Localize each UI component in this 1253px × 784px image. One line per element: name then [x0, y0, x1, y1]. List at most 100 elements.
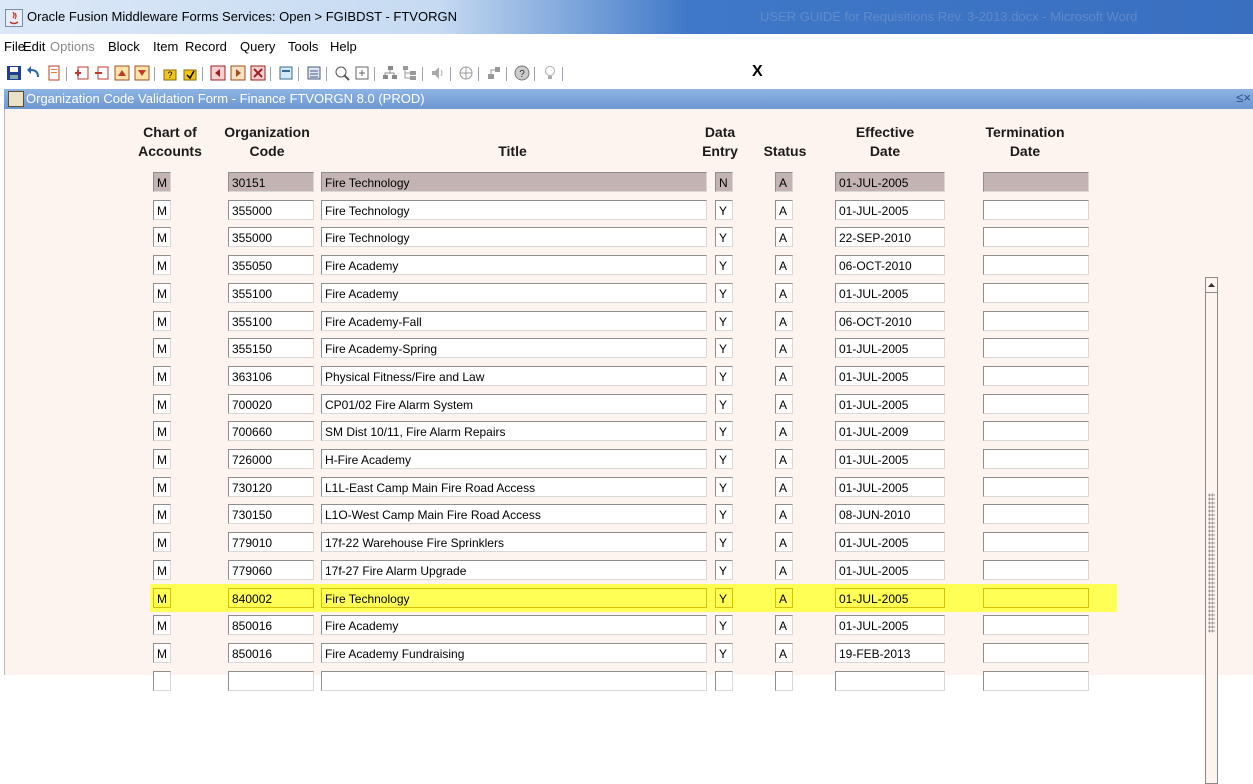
scroll-thumb[interactable] — [1208, 493, 1215, 633]
chart-of-accounts-field[interactable]: M — [153, 283, 171, 303]
scroll-up-button[interactable] — [1206, 278, 1217, 293]
data-entry-field[interactable]: Y — [715, 643, 733, 663]
chart-of-accounts-field[interactable]: M — [153, 227, 171, 247]
insert-record-icon[interactable] — [74, 65, 90, 81]
globe-icon[interactable] — [458, 65, 474, 81]
effective-date-field[interactable]: 08-JUN-2010 — [835, 504, 945, 524]
chart-of-accounts-field[interactable]: M — [153, 615, 171, 635]
status-field[interactable]: A — [775, 588, 793, 608]
organization-code-field[interactable]: 700020 — [228, 394, 314, 414]
data-entry-field[interactable]: Y — [715, 477, 733, 497]
export-icon[interactable] — [354, 65, 370, 81]
title-field[interactable]: Fire Technology — [321, 588, 707, 608]
effective-date-field[interactable]: 01-JUL-2005 — [835, 172, 945, 192]
data-entry-field[interactable]: Y — [715, 421, 733, 441]
termination-date-field[interactable] — [983, 255, 1089, 275]
clear-record-icon[interactable] — [250, 65, 266, 81]
termination-date-field[interactable] — [983, 172, 1089, 192]
status-field[interactable]: A — [775, 477, 793, 497]
termination-date-field[interactable] — [983, 560, 1089, 580]
title-field[interactable]: Fire Academy-Spring — [321, 338, 707, 358]
termination-date-field[interactable] — [983, 338, 1089, 358]
chart-of-accounts-field[interactable]: M — [153, 255, 171, 275]
termination-date-field[interactable] — [983, 588, 1089, 608]
status-field[interactable]: A — [775, 421, 793, 441]
title-field[interactable]: Fire Academy — [321, 615, 707, 635]
data-entry-field[interactable]: Y — [715, 227, 733, 247]
print-icon[interactable] — [46, 65, 62, 81]
chart-of-accounts-field[interactable]: M — [153, 311, 171, 331]
title-field[interactable]: Fire Academy-Fall — [321, 311, 707, 331]
status-field[interactable]: A — [775, 504, 793, 524]
search-icon[interactable] — [334, 65, 350, 81]
chart-of-accounts-field[interactable]: M — [153, 172, 171, 192]
effective-date-field[interactable]: 01-JUL-2005 — [835, 588, 945, 608]
form-window-controls[interactable]: ≤× — [1236, 90, 1251, 105]
effective-date-field[interactable]: 01-JUL-2005 — [835, 338, 945, 358]
next-record-icon[interactable] — [230, 65, 246, 81]
status-field[interactable]: A — [775, 283, 793, 303]
status-field[interactable]: A — [775, 172, 793, 192]
chart-of-accounts-field[interactable]: M — [153, 504, 171, 524]
title-field[interactable]: Fire Academy — [321, 283, 707, 303]
effective-date-field[interactable] — [835, 671, 945, 691]
list-of-values-icon[interactable] — [306, 65, 322, 81]
status-field[interactable]: A — [775, 449, 793, 469]
data-entry-field[interactable]: Y — [715, 311, 733, 331]
remove-record-icon[interactable] — [94, 65, 110, 81]
data-entry-field[interactable]: Y — [715, 532, 733, 552]
organization-code-field[interactable]: 700660 — [228, 421, 314, 441]
data-entry-field[interactable]: Y — [715, 255, 733, 275]
effective-date-field[interactable]: 01-JUL-2005 — [835, 477, 945, 497]
termination-date-field[interactable] — [983, 643, 1089, 663]
status-field[interactable]: A — [775, 532, 793, 552]
title-field[interactable]: Physical Fitness/Fire and Law — [321, 366, 707, 386]
status-field[interactable]: A — [775, 560, 793, 580]
menu-help[interactable]: Help — [330, 39, 357, 54]
effective-date-field[interactable]: 01-JUL-2009 — [835, 421, 945, 441]
organization-code-field[interactable]: 779010 — [228, 532, 314, 552]
title-field[interactable]: L1L-East Camp Main Fire Road Access — [321, 477, 707, 497]
organization-code-field[interactable]: 355150 — [228, 338, 314, 358]
execute-query-icon[interactable] — [182, 65, 198, 81]
termination-date-field[interactable] — [983, 449, 1089, 469]
termination-date-field[interactable] — [983, 532, 1089, 552]
enter-query-icon[interactable]: ? — [162, 65, 178, 81]
effective-date-field[interactable]: 01-JUL-2005 — [835, 200, 945, 220]
chart-of-accounts-field[interactable]: M — [153, 394, 171, 414]
effective-date-field[interactable]: 01-JUL-2005 — [835, 532, 945, 552]
title-field[interactable]: SM Dist 10/11, Fire Alarm Repairs — [321, 421, 707, 441]
termination-date-field[interactable] — [983, 366, 1089, 386]
termination-date-field[interactable] — [983, 421, 1089, 441]
title-field[interactable]: Fire Technology — [321, 172, 707, 192]
previous-block-icon[interactable] — [114, 65, 130, 81]
previous-record-icon[interactable] — [210, 65, 226, 81]
effective-date-field[interactable]: 01-JUL-2005 — [835, 615, 945, 635]
menu-query[interactable]: Query — [240, 39, 275, 54]
effective-date-field[interactable]: 01-JUL-2005 — [835, 283, 945, 303]
status-field[interactable]: A — [775, 200, 793, 220]
vertical-scrollbar[interactable] — [1205, 277, 1218, 784]
menu-tools[interactable]: Tools — [288, 39, 318, 54]
title-field[interactable]: 17f-27 Fire Alarm Upgrade — [321, 560, 707, 580]
status-field[interactable]: A — [775, 643, 793, 663]
data-entry-field[interactable]: Y — [715, 615, 733, 635]
effective-date-field[interactable]: 01-JUL-2005 — [835, 394, 945, 414]
organization-code-field[interactable]: 850016 — [228, 643, 314, 663]
menu-edit[interactable]: Edit — [23, 39, 45, 54]
status-field[interactable] — [775, 671, 793, 691]
save-icon[interactable] — [6, 65, 22, 81]
data-entry-field[interactable]: Y — [715, 200, 733, 220]
data-entry-field[interactable]: Y — [715, 283, 733, 303]
organization-code-field[interactable]: 355050 — [228, 255, 314, 275]
organization-code-field[interactable]: 363106 — [228, 366, 314, 386]
organization-code-field[interactable]: 355100 — [228, 283, 314, 303]
chart-of-accounts-field[interactable]: M — [153, 643, 171, 663]
chart-of-accounts-field[interactable] — [153, 671, 171, 691]
termination-date-field[interactable] — [983, 311, 1089, 331]
chart-of-accounts-field[interactable]: M — [153, 338, 171, 358]
chart-of-accounts-field[interactable]: M — [153, 477, 171, 497]
data-entry-field[interactable] — [715, 671, 733, 691]
data-entry-field[interactable]: N — [715, 172, 733, 192]
data-entry-field[interactable]: Y — [715, 338, 733, 358]
